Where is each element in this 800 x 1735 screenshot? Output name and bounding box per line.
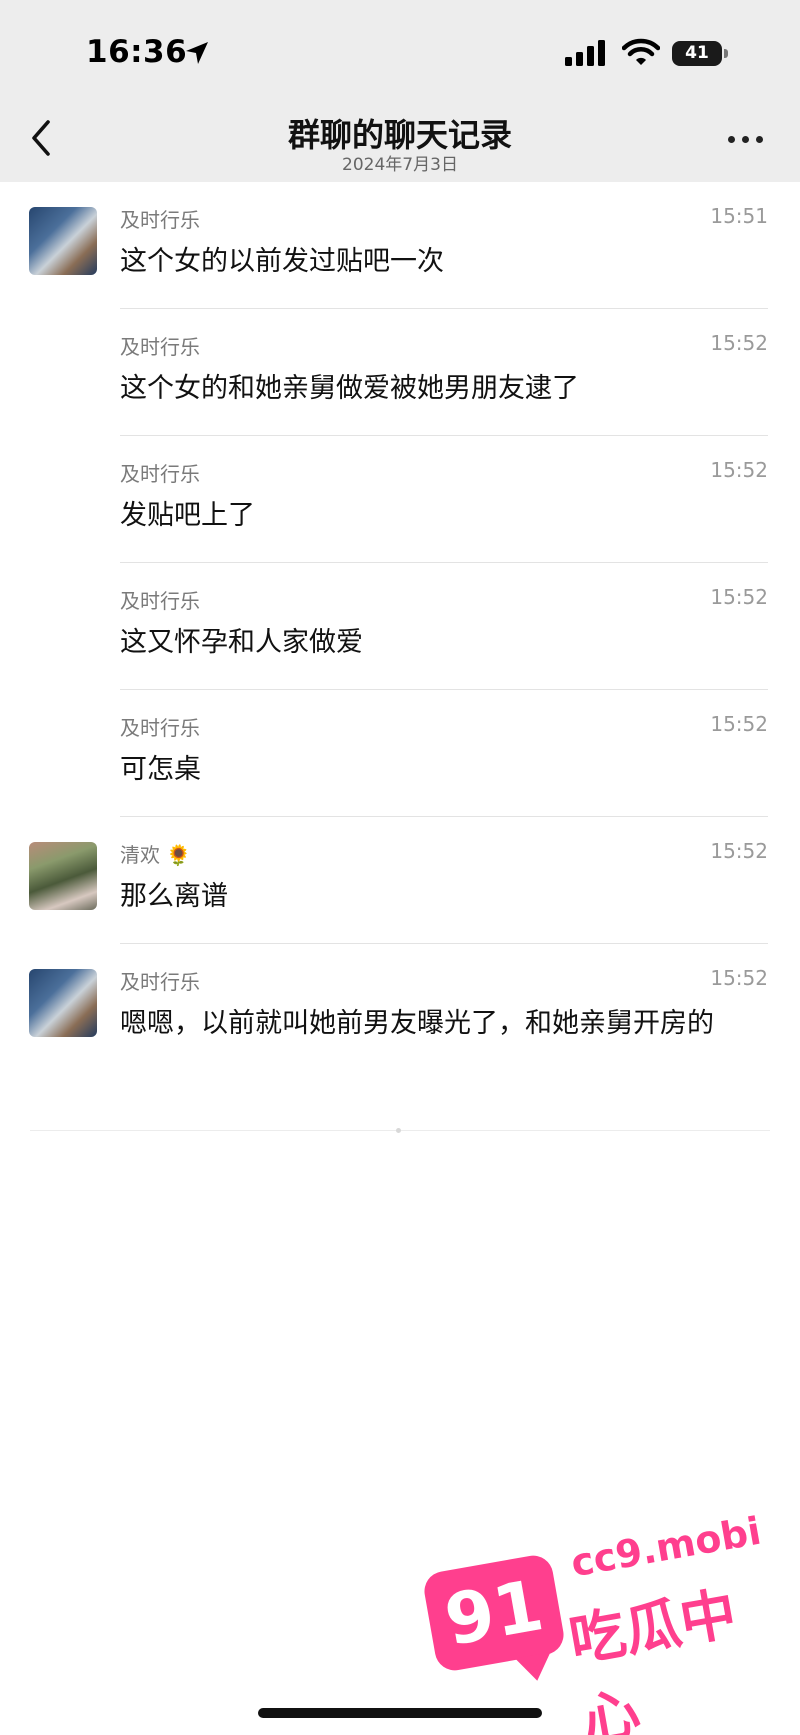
message-text: 那么离谱 bbox=[120, 881, 228, 912]
message-time: 15:52 bbox=[710, 712, 768, 736]
message-item: 及时行乐 15:52 可怎桌 bbox=[0, 690, 800, 817]
message-time: 15:52 bbox=[710, 966, 768, 990]
sender-name: 及时行乐 bbox=[120, 462, 200, 486]
watermark: 91 cc9.mobi 吃瓜中心 bbox=[421, 1509, 765, 1735]
signal-bars-icon bbox=[565, 40, 605, 66]
avatar[interactable] bbox=[29, 842, 97, 910]
message-item: 及时行乐 15:51 这个女的以前发过贴吧一次 bbox=[0, 182, 800, 309]
sender-name: 及时行乐 bbox=[120, 208, 200, 232]
message-text: 发贴吧上了 bbox=[120, 500, 255, 531]
sender-name: 及时行乐 bbox=[120, 716, 200, 740]
message-text: 嗯嗯，以前就叫她前男友曝光了，和她亲舅开房的 bbox=[120, 1008, 714, 1039]
message-time: 15:52 bbox=[710, 331, 768, 355]
avatar[interactable] bbox=[29, 969, 97, 1037]
message-text: 这个女的和她亲舅做爱被她男朋友逮了 bbox=[120, 373, 579, 404]
sender-name: 及时行乐 bbox=[120, 335, 200, 359]
more-options-icon[interactable] bbox=[726, 134, 766, 146]
location-arrow-icon bbox=[186, 42, 208, 64]
page-date: 2024年7月3日 bbox=[342, 155, 458, 175]
end-dot bbox=[396, 1128, 401, 1133]
message-item: 清欢 🌻 15:52 那么离谱 bbox=[0, 817, 800, 944]
message-item: 及时行乐 15:52 发贴吧上了 bbox=[0, 436, 800, 563]
message-time: 15:52 bbox=[710, 458, 768, 482]
battery-cap bbox=[724, 49, 728, 58]
message-time: 15:51 bbox=[710, 204, 768, 228]
wifi-icon bbox=[622, 38, 660, 65]
message-item: 及时行乐 15:52 这又怀孕和人家做爱 bbox=[0, 563, 800, 690]
home-indicator[interactable] bbox=[258, 1708, 542, 1718]
message-item: 及时行乐 15:52 这个女的和她亲舅做爱被她男朋友逮了 bbox=[0, 309, 800, 436]
top-bar: 16:36 41 群聊的聊天记录 2024年7月3日 bbox=[0, 0, 800, 182]
watermark-bubble-tail bbox=[515, 1652, 555, 1684]
status-time: 16:36 bbox=[86, 34, 188, 70]
message-text: 这个女的以前发过贴吧一次 bbox=[120, 246, 444, 277]
message-item: 及时行乐 15:52 嗯嗯，以前就叫她前男友曝光了，和她亲舅开房的 bbox=[0, 944, 800, 1114]
navigation-bar: 群聊的聊天记录 2024年7月3日 bbox=[0, 100, 800, 182]
battery-icon: 41 bbox=[672, 41, 722, 66]
avatar[interactable] bbox=[29, 207, 97, 275]
sender-name: 清欢 🌻 bbox=[120, 843, 192, 867]
status-bar: 16:36 41 bbox=[0, 0, 800, 100]
message-text: 这又怀孕和人家做爱 bbox=[120, 627, 363, 658]
watermark-brand: 吃瓜中心 bbox=[564, 1581, 742, 1735]
sender-name: 及时行乐 bbox=[120, 589, 200, 613]
message-text: 可怎桌 bbox=[120, 754, 201, 785]
message-time: 15:52 bbox=[710, 585, 768, 609]
message-time: 15:52 bbox=[710, 839, 768, 863]
sender-name: 及时行乐 bbox=[120, 970, 200, 994]
